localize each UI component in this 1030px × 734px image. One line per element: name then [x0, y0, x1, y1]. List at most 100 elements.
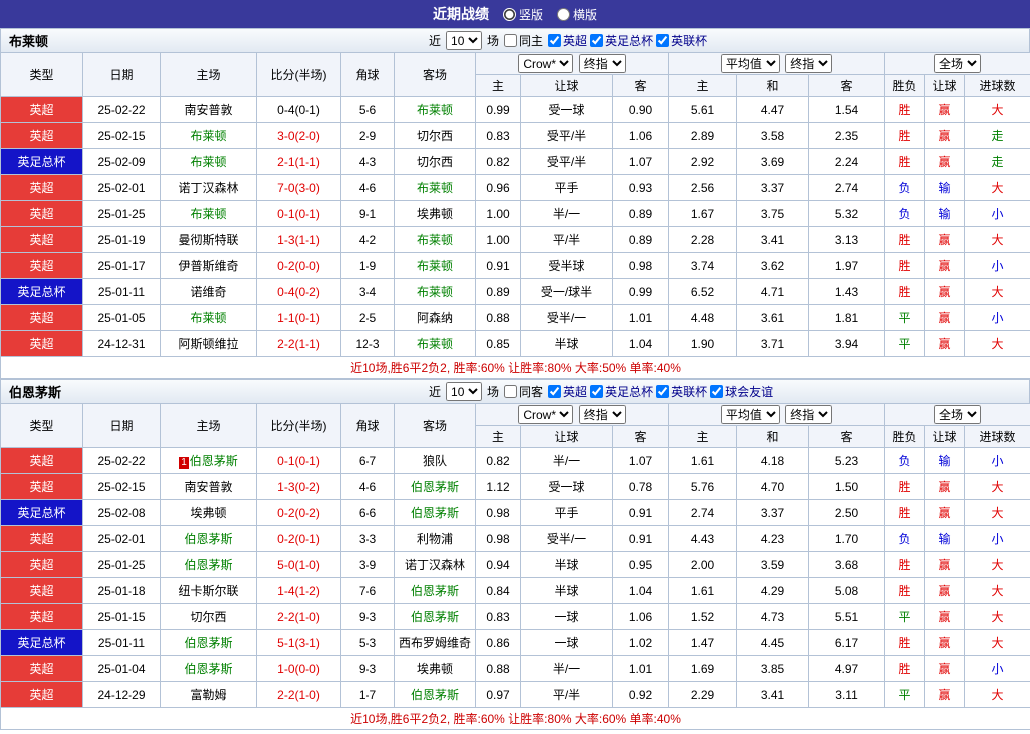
- league-filter[interactable]: 球会友谊: [710, 383, 773, 400]
- avg-stage-select[interactable]: 终指: [785, 405, 832, 424]
- cell-result-goals: 大: [965, 227, 1030, 253]
- cell-league: 英超: [1, 201, 83, 227]
- cell-result-handicap: 赢: [925, 656, 965, 682]
- cell-result-wdl: 胜: [885, 500, 925, 526]
- bookmaker-select[interactable]: Crow*: [518, 405, 573, 424]
- subcol-avg-home: 主: [669, 426, 737, 448]
- cell-book-away-odds: 1.04: [613, 331, 669, 357]
- cell-result-handicap: 赢: [925, 552, 965, 578]
- cell-result-goals: 大: [965, 331, 1030, 357]
- cell-away-team: 布莱顿: [395, 279, 476, 305]
- league-checkbox[interactable]: [590, 34, 603, 47]
- cell-book-handicap: 半球: [521, 331, 613, 357]
- match-count-select[interactable]: 10: [446, 382, 482, 401]
- league-checkbox[interactable]: [548, 385, 561, 398]
- cell-corners: 1-9: [341, 253, 395, 279]
- league-checkbox[interactable]: [590, 385, 603, 398]
- cell-home-team: 阿斯顿维拉: [161, 331, 257, 357]
- cell-league: 英超: [1, 604, 83, 630]
- league-filter[interactable]: 英联杯: [656, 383, 707, 400]
- same-home-checkbox[interactable]: [504, 34, 517, 47]
- cell-league: 英超: [1, 175, 83, 201]
- layout-horizontal-option[interactable]: 横版: [557, 6, 597, 23]
- same-venue-filter[interactable]: 同客: [504, 383, 543, 400]
- league-checkbox[interactable]: [548, 34, 561, 47]
- average-select[interactable]: 平均值: [721, 54, 780, 73]
- cell-book-handicap: 半球: [521, 552, 613, 578]
- col-score: 比分(半场): [257, 404, 341, 448]
- cell-avg-home: 2.00: [669, 552, 737, 578]
- matches-table: 类型 日期 主场 比分(半场) 角球 客场 Crow* 终指 平均值 终指: [0, 52, 1030, 379]
- league-checkbox[interactable]: [656, 385, 669, 398]
- header-row-groups: 类型 日期 主场 比分(半场) 角球 客场 Crow* 终指 平均值 终指: [1, 404, 1030, 426]
- cell-avg-away: 3.94: [809, 331, 885, 357]
- league-checkbox[interactable]: [710, 385, 723, 398]
- cell-score: 0-1(0-1): [257, 201, 341, 227]
- team-section-bournemouth: 伯恩茅斯 近 10 场 同客 英超: [0, 379, 1030, 730]
- fulltime-select[interactable]: 全场: [934, 54, 981, 73]
- avg-stage-select[interactable]: 终指: [785, 54, 832, 73]
- cell-avg-away: 5.08: [809, 578, 885, 604]
- cell-result-goals: 走: [965, 149, 1030, 175]
- match-count-select[interactable]: 10: [446, 31, 482, 50]
- cell-away-team: 阿森纳: [395, 305, 476, 331]
- cell-date: 25-02-01: [83, 175, 161, 201]
- same-venue-filter[interactable]: 同主: [504, 32, 543, 49]
- cell-result-wdl: 胜: [885, 227, 925, 253]
- odds-stage-select[interactable]: 终指: [579, 405, 626, 424]
- cell-score: 3-0(2-0): [257, 123, 341, 149]
- cell-corners: 9-3: [341, 656, 395, 682]
- home-team-name: 伯恩茅斯: [184, 558, 232, 572]
- bookmaker-select[interactable]: Crow*: [518, 54, 573, 73]
- cell-score: 0-2(0-0): [257, 253, 341, 279]
- cell-avg-home: 4.43: [669, 526, 737, 552]
- odds-stage-select[interactable]: 终指: [579, 54, 626, 73]
- cell-result-handicap: 赢: [925, 253, 965, 279]
- cell-result-handicap: 赢: [925, 279, 965, 305]
- bottom-strip: [0, 730, 1030, 734]
- cell-result-handicap: 赢: [925, 331, 965, 357]
- cell-date: 25-01-11: [83, 630, 161, 656]
- horizontal-radio[interactable]: [557, 8, 570, 21]
- cell-corners: 12-3: [341, 331, 395, 357]
- matches-table: 类型 日期 主场 比分(半场) 角球 客场 Crow* 终指 平均值 终指: [0, 403, 1030, 730]
- average-select[interactable]: 平均值: [721, 405, 780, 424]
- layout-vertical-option[interactable]: 竖版: [503, 6, 543, 23]
- vertical-radio[interactable]: [503, 8, 516, 21]
- cell-score: 1-3(1-1): [257, 227, 341, 253]
- match-row: 英超 25-02-22 1伯恩茅斯 0-1(0-1) 6-7 狼队 0.82 半…: [1, 448, 1030, 474]
- cell-result-handicap: 赢: [925, 305, 965, 331]
- league-filter[interactable]: 英足总杯: [590, 32, 653, 49]
- league-filter[interactable]: 英联杯: [656, 32, 707, 49]
- cell-score: 5-1(3-1): [257, 630, 341, 656]
- cell-book-away-odds: 1.01: [613, 656, 669, 682]
- league-filter[interactable]: 英超: [548, 32, 587, 49]
- cell-corners: 9-1: [341, 201, 395, 227]
- cell-book-handicap: 一球: [521, 630, 613, 656]
- cell-score: 0-1(0-1): [257, 448, 341, 474]
- cell-book-away-odds: 1.06: [613, 123, 669, 149]
- cell-date: 25-01-05: [83, 305, 161, 331]
- cell-avg-home: 1.61: [669, 448, 737, 474]
- league-filter-label: 英足总杯: [605, 383, 653, 400]
- same-away-checkbox[interactable]: [504, 385, 517, 398]
- league-filter[interactable]: 英超: [548, 383, 587, 400]
- cell-league: 英足总杯: [1, 500, 83, 526]
- cell-avg-draw: 3.41: [737, 227, 809, 253]
- match-row: 英超 24-12-31 阿斯顿维拉 2-2(1-1) 12-3 布莱顿 0.85…: [1, 331, 1030, 357]
- league-filter-label: 英联杯: [671, 383, 707, 400]
- cell-book-home-odds: 0.97: [476, 682, 521, 708]
- cell-book-away-odds: 0.99: [613, 279, 669, 305]
- same-venue-label: 同主: [519, 32, 543, 49]
- league-checkbox[interactable]: [656, 34, 669, 47]
- cell-score: 0-4(0-2): [257, 279, 341, 305]
- match-row: 英超 24-12-29 富勒姆 2-2(1-0) 1-7 伯恩茅斯 0.97 平…: [1, 682, 1030, 708]
- home-team-name: 切尔西: [190, 610, 226, 624]
- home-team-name: 伯恩茅斯: [190, 454, 238, 468]
- fulltime-select[interactable]: 全场: [934, 405, 981, 424]
- cell-book-home-odds: 0.86: [476, 630, 521, 656]
- league-filter[interactable]: 英足总杯: [590, 383, 653, 400]
- subcol-goals-result: 进球数: [965, 75, 1030, 97]
- match-row: 英超 25-02-15 布莱顿 3-0(2-0) 2-9 切尔西 0.83 受平…: [1, 123, 1030, 149]
- cell-result-goals: 小: [965, 253, 1030, 279]
